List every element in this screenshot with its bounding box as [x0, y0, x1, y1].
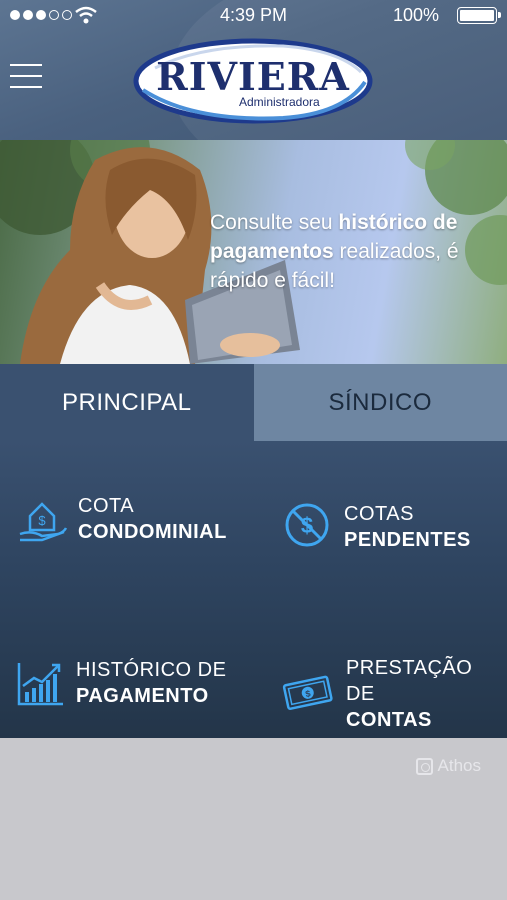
menu-label: COTAS PENDENTES — [344, 501, 471, 553]
battery-percentage: 100% — [392, 5, 439, 25]
menu-cotas-pendentes[interactable]: $ COTAS PENDENTES — [284, 501, 471, 553]
banner-text-start: Consulte seu — [210, 211, 339, 234]
menu-label-line1: COTA — [78, 495, 135, 517]
menu-label: HISTÓRICO DE PAGAMENTO — [76, 657, 226, 709]
no-money-icon: $ — [285, 503, 329, 547]
menu-label-line1: HISTÓRICO DE — [76, 659, 227, 681]
house-money-hand-icon: $ — [19, 502, 68, 542]
menu-grid: $ COTA CONDOMINIAL $ COTAS PENDENTES HIS… — [0, 441, 507, 738]
menu-label: COTA CONDOMINIAL — [78, 493, 227, 545]
status-bar: 4:39 PM 100% — [0, 0, 507, 32]
menu-label-line2: CONDOMINIAL — [78, 521, 227, 543]
logo-subtitle: Administradora — [239, 95, 320, 109]
hamburger-menu-icon[interactable] — [10, 64, 42, 90]
tab-sindico[interactable]: SÍNDICO — [253, 364, 507, 441]
bar-chart-growth-icon — [17, 663, 63, 706]
riviera-logo: RIVIERA Administradora — [133, 38, 373, 124]
menu-label-line1: PRESTAÇÃO DE — [345, 657, 473, 705]
footer: Athos — [0, 738, 507, 900]
menu-prestacao-contas[interactable]: $ PRESTAÇÃO DE CONTAS — [280, 655, 507, 733]
svg-text:$: $ — [38, 513, 46, 528]
svg-text:$: $ — [301, 513, 313, 538]
menu-label-line2: CONTAS — [345, 709, 432, 731]
app-header: 4:39 PM 100% RIVIERA Administradora — [0, 0, 507, 140]
menu-label-line2: PENDENTES — [344, 529, 471, 551]
tab-bar: PRINCIPAL SÍNDICO — [0, 364, 507, 441]
banner-text: Consulte seu histórico de pagamentos rea… — [210, 208, 500, 295]
promo-banner[interactable]: Consulte seu histórico de pagamentos rea… — [0, 140, 507, 364]
tab-principal[interactable]: PRINCIPAL — [0, 364, 254, 441]
menu-cota-condominial[interactable]: $ COTA CONDOMINIAL — [18, 493, 227, 545]
menu-label-line1: COTAS — [344, 503, 414, 525]
athos-brand-label: Athos — [437, 756, 481, 775]
menu-label-line2: PAGAMENTO — [76, 685, 209, 707]
banknote-icon: $ — [282, 675, 333, 711]
athos-brand: Athos — [415, 756, 481, 776]
battery-icon — [457, 7, 501, 24]
menu-label: PRESTAÇÃO DE CONTAS — [346, 655, 507, 733]
athos-logo-icon — [415, 757, 433, 775]
menu-historico-pagamento[interactable]: HISTÓRICO DE PAGAMENTO — [16, 657, 226, 709]
logo-name: RIVIERA — [156, 54, 350, 99]
